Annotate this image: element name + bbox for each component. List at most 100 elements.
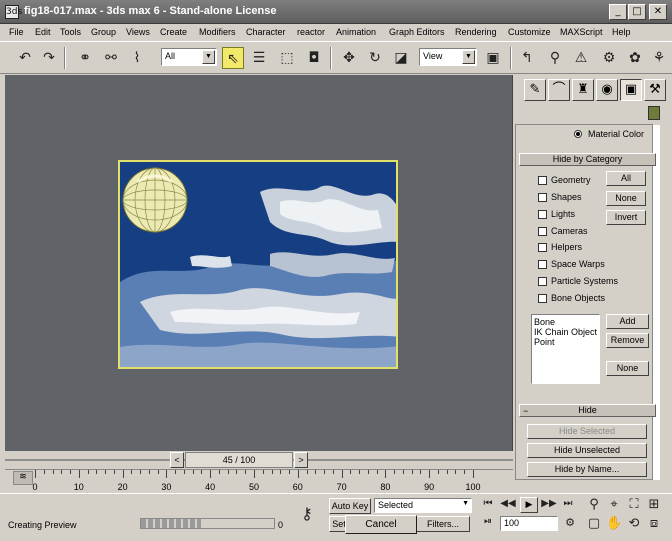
zoom-extents-icon[interactable]: ⛶ (626, 497, 642, 512)
menu-rendering[interactable]: Rendering (455, 27, 497, 37)
select-and-rotate-icon[interactable]: ↻ (364, 47, 386, 69)
menu-animation[interactable]: Animation (336, 27, 376, 37)
undo-icon[interactable]: ↶ (14, 47, 36, 69)
hierarchy-tab-icon[interactable]: ♜ (572, 79, 594, 101)
remove-button[interactable]: Remove (606, 333, 649, 348)
category-list[interactable]: Bone IK Chain Object Point (531, 314, 600, 384)
menu-maxscript[interactable]: MAXScript (560, 27, 603, 37)
menu-bar: File Edit Tools Group Views Create Modif… (0, 24, 672, 41)
track-bar[interactable]: ≋ 0 10 20 30 40 50 60 70 80 90 100 (5, 469, 513, 493)
modify-tab-icon[interactable]: ⌒ (548, 79, 570, 101)
toolbar-separator (64, 47, 66, 69)
none-button[interactable]: None (606, 191, 646, 206)
command-panel-scrollbar[interactable] (652, 125, 660, 480)
shapes-checkbox[interactable] (538, 193, 547, 202)
hide-rollout-header[interactable]: Hide (519, 404, 656, 417)
menu-character[interactable]: Character (246, 27, 286, 37)
redo-icon[interactable]: ↷ (38, 47, 60, 69)
invert-button[interactable]: Invert (606, 210, 646, 225)
zoom-icon[interactable]: ⚲ (586, 497, 602, 512)
unlink-selection-icon[interactable]: ⚯ (100, 47, 122, 69)
hide-unselected-button[interactable]: Hide Unselected (527, 443, 647, 458)
hide-selected-button[interactable]: Hide Selected (527, 424, 647, 439)
auto-key-button[interactable]: Auto Key (329, 498, 371, 514)
goto-end-icon[interactable]: ⏭ (560, 498, 576, 509)
geometry-checkbox[interactable] (538, 176, 547, 185)
select-object-icon[interactable]: ⇖ (222, 47, 244, 69)
select-and-link-icon[interactable]: ⚭ (74, 47, 96, 69)
zoom-extents-all-icon[interactable]: ⊞ (646, 497, 662, 512)
select-and-move-icon[interactable]: ✥ (338, 47, 360, 69)
bone-objects-checkbox[interactable] (538, 294, 547, 303)
use-pivot-center-icon[interactable]: ▣ (482, 47, 504, 69)
time-slider-thumb[interactable]: 45 / 100 (185, 452, 293, 468)
utilities-tab-icon[interactable]: ⚒ (644, 79, 666, 101)
lights-checkbox[interactable] (538, 210, 547, 219)
motion-tab-icon[interactable]: ◉ (596, 79, 618, 101)
mirror-icon[interactable]: ⚠ (570, 47, 592, 69)
object-color-swatch[interactable] (648, 106, 660, 120)
list-item[interactable]: Bone (534, 317, 597, 327)
next-frame-icon[interactable]: ▶▶ (541, 498, 557, 509)
time-configuration-icon[interactable]: ⚙ (562, 516, 578, 529)
perspective-viewport[interactable] (5, 75, 513, 451)
render-scene-icon[interactable]: ⚘ (648, 47, 670, 69)
key-filters-button[interactable]: Filters... (416, 516, 470, 532)
play-icon[interactable]: ▶ (520, 497, 538, 513)
arc-rotate-icon[interactable]: ⟲ (626, 516, 642, 531)
close-button[interactable]: ✕ (649, 4, 667, 20)
create-tab-icon[interactable]: ✎ (524, 79, 546, 101)
field-of-view-icon[interactable]: ▢ (586, 516, 602, 531)
maximize-button[interactable]: □ (628, 4, 646, 20)
minimize-button[interactable]: _ (609, 4, 627, 20)
menu-modifiers[interactable]: Modifiers (199, 27, 236, 37)
menu-reactor[interactable]: reactor (297, 27, 325, 37)
maximize-viewport-icon[interactable]: ⧈ (646, 516, 662, 531)
menu-file[interactable]: File (9, 27, 24, 37)
rectangular-selection-icon[interactable]: ⬚ (276, 47, 298, 69)
menu-tools[interactable]: Tools (60, 27, 81, 37)
key-mode-dropdown[interactable]: Selected ▼ (374, 498, 472, 513)
menu-graph-editors[interactable]: Graph Editors (389, 27, 445, 37)
goto-start-icon[interactable]: ⏮ (480, 498, 496, 509)
material-editor-icon[interactable]: ✿ (624, 47, 646, 69)
cancel-preview-button[interactable]: Cancel (345, 515, 417, 534)
space-warps-checkbox[interactable] (538, 260, 547, 269)
particle-systems-checkbox[interactable] (538, 277, 547, 286)
previous-frame-icon[interactable]: ◀◀ (500, 498, 516, 509)
cameras-checkbox[interactable] (538, 227, 547, 236)
bind-to-space-warp-icon[interactable]: ⌇ (126, 47, 148, 69)
none-list-button[interactable]: None (606, 361, 649, 376)
select-and-scale-icon[interactable]: ◪ (390, 47, 412, 69)
align-icon[interactable]: ⚙ (598, 47, 620, 69)
window-crossing-icon[interactable]: ◘ (303, 47, 325, 69)
select-and-manipulate-icon[interactable]: ↰ (516, 47, 538, 69)
reference-coordinate-dropdown[interactable]: View ▼ (419, 48, 477, 66)
key-icon[interactable]: ⚷ (295, 504, 319, 523)
menu-views[interactable]: Views (126, 27, 150, 37)
hide-by-name-button[interactable]: Hide by Name... (527, 462, 647, 477)
current-frame-field[interactable]: 100 (500, 516, 558, 531)
add-button[interactable]: Add (606, 314, 649, 329)
timeline-tick (341, 470, 343, 478)
time-slider-prev-button[interactable]: < (170, 452, 184, 468)
select-by-name-icon[interactable]: ☰ (248, 47, 270, 69)
menu-create[interactable]: Create (160, 27, 187, 37)
all-button[interactable]: All (606, 171, 646, 186)
key-mode-toggle-icon[interactable]: ⏯ (480, 516, 496, 527)
helpers-checkbox[interactable] (538, 243, 547, 252)
menu-group[interactable]: Group (91, 27, 116, 37)
timeline-tick (280, 470, 282, 474)
menu-edit[interactable]: Edit (35, 27, 51, 37)
menu-customize[interactable]: Customize (508, 27, 551, 37)
hide-by-category-header[interactable]: Hide by Category (519, 153, 656, 166)
menu-help[interactable]: Help (612, 27, 631, 37)
zoom-all-icon[interactable]: ⌖ (606, 497, 622, 512)
list-item[interactable]: IK Chain Object (534, 327, 597, 337)
time-slider-next-button[interactable]: > (294, 452, 308, 468)
selection-filter-dropdown[interactable]: All ▼ (161, 48, 217, 66)
pan-icon[interactable]: ✋ (606, 516, 622, 531)
snaps-toggle-icon[interactable]: ⚲ (544, 47, 566, 69)
list-item[interactable]: Point (534, 337, 597, 347)
display-tab-icon[interactable]: ▣ (620, 79, 642, 101)
